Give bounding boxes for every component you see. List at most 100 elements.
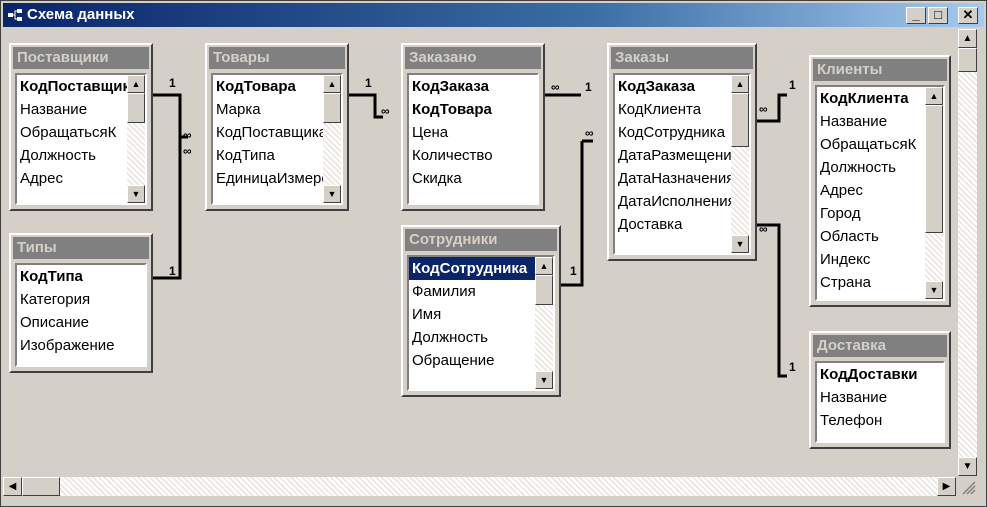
relation-one-label: 1 [570, 264, 577, 278]
table-types[interactable]: Типы КодТипа Категория Описание Изображе… [9, 233, 153, 373]
diagram-canvas[interactable]: 1 ∞ ∞ 1 1 ∞ ∞ 1 ∞ 1 ∞ 1 ∞ 1 Поставщики К… [3, 29, 956, 476]
vertical-scrollbar[interactable]: ▲ ▼ [958, 29, 977, 476]
field-list[interactable]: КодПоставщика Название ОбращатьсяК Должн… [15, 73, 147, 205]
field-item[interactable]: Категория [17, 288, 145, 311]
field-list[interactable]: КодТипа Категория Описание Изображение [15, 263, 147, 367]
field-item[interactable]: Цена [409, 121, 537, 144]
field-item[interactable]: Название [17, 98, 145, 121]
table-title[interactable]: Типы [13, 237, 149, 259]
field-item[interactable]: Доставка [615, 213, 749, 236]
field-item[interactable]: ДатаРазмещения [615, 144, 749, 167]
field-item[interactable]: Должность [409, 326, 553, 349]
table-title[interactable]: Товары [209, 47, 345, 69]
field-item[interactable]: КодЗаказа [409, 75, 537, 98]
field-item[interactable]: Изображение [17, 334, 145, 357]
close-button[interactable]: ✕ [958, 7, 978, 24]
scroll-up-icon[interactable]: ▲ [535, 257, 553, 275]
field-scrollbar[interactable]: ▲ ▼ [535, 257, 553, 389]
scroll-down-icon[interactable]: ▼ [958, 457, 977, 476]
scroll-right-icon[interactable]: ▶ [937, 477, 956, 496]
field-scrollbar[interactable]: ▲ ▼ [731, 75, 749, 253]
scroll-up-icon[interactable]: ▲ [731, 75, 749, 93]
relation-one-label: 1 [789, 360, 796, 374]
table-orders[interactable]: Заказы КодЗаказа КодКлиента КодСотрудник… [607, 43, 757, 261]
table-delivery[interactable]: Доставка КодДоставки Название Телефон [809, 331, 951, 449]
field-item[interactable]: ЕдиницаИзмерения [213, 167, 341, 190]
scroll-thumb[interactable] [958, 48, 977, 72]
table-title[interactable]: Заказано [405, 47, 541, 69]
field-scrollbar[interactable]: ▲ ▼ [127, 75, 145, 203]
field-item[interactable]: КодПоставщика [17, 75, 145, 98]
field-item[interactable]: Имя [409, 303, 553, 326]
scroll-thumb[interactable] [22, 477, 60, 496]
resize-grip-icon[interactable] [958, 477, 977, 496]
field-item[interactable]: КодСотрудника [409, 257, 553, 280]
relation-line [347, 93, 383, 119]
relation-many-label: ∞ [585, 126, 594, 140]
field-item[interactable]: Телефон [817, 409, 943, 432]
title-bar[interactable]: Схема данных _ □ ✕ [3, 3, 984, 27]
scroll-up-icon[interactable]: ▲ [925, 87, 943, 105]
scroll-thumb[interactable] [731, 93, 749, 147]
field-item[interactable]: КодСотрудника [615, 121, 749, 144]
scroll-thumb[interactable] [535, 275, 553, 305]
field-scrollbar[interactable]: ▲ ▼ [925, 87, 943, 299]
field-item[interactable]: Обращение [409, 349, 553, 372]
scroll-thumb[interactable] [323, 93, 341, 123]
scroll-left-icon[interactable]: ◀ [3, 477, 22, 496]
field-item[interactable]: Количество [409, 144, 537, 167]
field-item[interactable]: КодКлиента [615, 98, 749, 121]
field-list[interactable]: КодДоставки Название Телефон [815, 361, 945, 443]
field-item[interactable]: Марка [213, 98, 341, 121]
scroll-up-icon[interactable]: ▲ [323, 75, 341, 93]
field-list[interactable]: КодСотрудника Фамилия Имя Должность Обра… [407, 255, 555, 391]
field-list[interactable]: КодТовара Марка КодПоставщика КодТипа Ед… [211, 73, 343, 205]
scroll-down-icon[interactable]: ▼ [127, 185, 145, 203]
scroll-up-icon[interactable]: ▲ [958, 29, 977, 48]
table-title[interactable]: Заказы [611, 47, 753, 69]
field-item[interactable]: КодТипа [17, 265, 145, 288]
field-item[interactable]: Фамилия [409, 280, 553, 303]
field-item[interactable]: КодПоставщика [213, 121, 341, 144]
scroll-down-icon[interactable]: ▼ [925, 281, 943, 299]
scroll-down-icon[interactable]: ▼ [731, 235, 749, 253]
scroll-down-icon[interactable]: ▼ [535, 371, 553, 389]
table-ordered[interactable]: Заказано КодЗаказа КодТовара Цена Количе… [401, 43, 545, 211]
field-list[interactable]: КодКлиента Название ОбращатьсяК Должност… [815, 85, 945, 301]
scroll-down-icon[interactable]: ▼ [323, 185, 341, 203]
field-item[interactable]: КодДоставки [817, 363, 943, 386]
field-item[interactable]: Скидка [409, 167, 537, 190]
table-employees[interactable]: Сотрудники КодСотрудника Фамилия Имя Дол… [401, 225, 561, 397]
field-item[interactable]: ДатаНазначения [615, 167, 749, 190]
field-list[interactable]: КодЗаказа КодТовара Цена Количество Скид… [407, 73, 539, 205]
relation-one-label: 1 [169, 264, 176, 278]
minimize-button[interactable]: _ [906, 7, 926, 24]
field-item[interactable]: Должность [17, 144, 145, 167]
table-suppliers[interactable]: Поставщики КодПоставщика Название Обраща… [9, 43, 153, 211]
scroll-thumb[interactable] [925, 105, 943, 233]
relation-line [757, 223, 787, 378]
relation-one-label: 1 [169, 76, 176, 90]
table-title[interactable]: Поставщики [13, 47, 149, 69]
table-title[interactable]: Клиенты [813, 59, 947, 81]
scroll-up-icon[interactable]: ▲ [127, 75, 145, 93]
field-item[interactable]: ОбращатьсяК [17, 121, 145, 144]
table-clients[interactable]: Клиенты КодКлиента Название ОбращатьсяК … [809, 55, 951, 307]
field-item[interactable]: КодТовара [213, 75, 341, 98]
scroll-thumb[interactable] [127, 93, 145, 123]
field-item[interactable]: КодТовара [409, 98, 537, 121]
field-item[interactable]: Описание [17, 311, 145, 334]
horizontal-scrollbar[interactable]: ◀ ▶ [3, 477, 956, 496]
field-item[interactable]: ДатаИсполнения [615, 190, 749, 213]
field-item[interactable]: КодЗаказа [615, 75, 749, 98]
field-item[interactable]: КодТипа [213, 144, 341, 167]
table-products[interactable]: Товары КодТовара Марка КодПоставщика Код… [205, 43, 349, 211]
field-item[interactable]: Название [817, 386, 943, 409]
field-item[interactable]: Адрес [17, 167, 145, 190]
field-scrollbar[interactable]: ▲ ▼ [323, 75, 341, 203]
relation-many-label: ∞ [381, 104, 390, 118]
field-list[interactable]: КодЗаказа КодКлиента КодСотрудника ДатаР… [613, 73, 751, 255]
maximize-button[interactable]: □ [928, 7, 948, 24]
table-title[interactable]: Сотрудники [405, 229, 557, 251]
table-title[interactable]: Доставка [813, 335, 947, 357]
